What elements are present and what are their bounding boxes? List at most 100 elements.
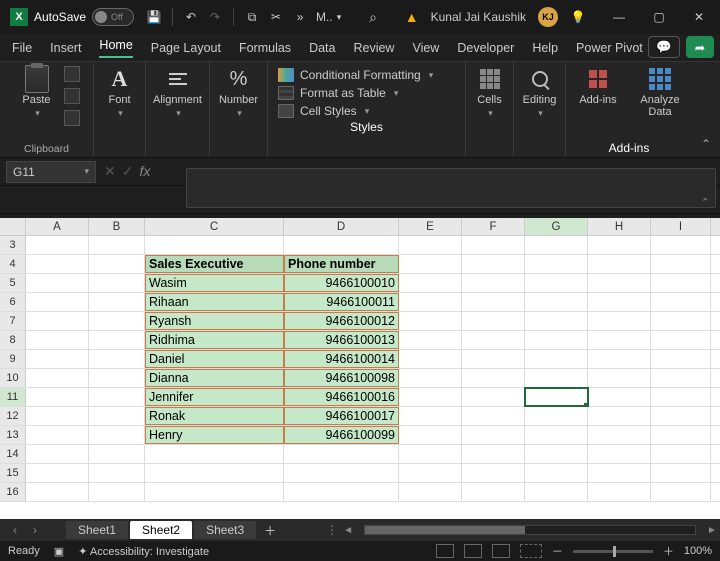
cell-F14[interactable] <box>462 445 525 463</box>
cell-H4[interactable] <box>588 255 651 273</box>
cell-C8[interactable]: Ridhima <box>145 331 284 349</box>
cell-A6[interactable] <box>26 293 89 311</box>
column-header-C[interactable]: C <box>145 218 284 235</box>
cell-H13[interactable] <box>588 426 651 444</box>
fx-icon[interactable]: fx <box>139 163 150 180</box>
conditional-formatting-button[interactable]: Conditional Formatting▾ <box>278 68 455 82</box>
cell-H8[interactable] <box>588 331 651 349</box>
cell-C13[interactable]: Henry <box>145 426 284 444</box>
add-sheet-button[interactable]: ＋ <box>258 522 282 539</box>
copy-icon[interactable]: ⧉ <box>244 9 260 25</box>
column-header-B[interactable]: B <box>89 218 145 235</box>
more-icon[interactable]: » <box>292 9 308 25</box>
cell-B5[interactable] <box>89 274 145 292</box>
tab-power-pivot[interactable]: Power Pivot <box>576 41 643 55</box>
cell-H15[interactable] <box>588 464 651 482</box>
row-header-14[interactable]: 14 <box>0 445 26 463</box>
zoom-level[interactable]: 100% <box>684 545 712 557</box>
cell-F10[interactable] <box>462 369 525 387</box>
cell-C6[interactable]: Rihaan <box>145 293 284 311</box>
cell-F7[interactable] <box>462 312 525 330</box>
toggle-switch[interactable]: Off <box>92 8 134 26</box>
row-header-10[interactable]: 10 <box>0 369 26 387</box>
cell-styles-button[interactable]: Cell Styles▾ <box>278 104 455 118</box>
sheet-prev-button[interactable]: ‹ <box>6 523 24 537</box>
cell-H11[interactable] <box>588 388 651 406</box>
cell-D9[interactable]: 9466100014 <box>284 350 399 368</box>
tab-help[interactable]: Help <box>532 41 558 55</box>
cell-I5[interactable] <box>651 274 711 292</box>
cell-G3[interactable] <box>525 236 588 254</box>
cell-E6[interactable] <box>399 293 462 311</box>
cell-E9[interactable] <box>399 350 462 368</box>
cell-C9[interactable]: Daniel <box>145 350 284 368</box>
cell-A14[interactable] <box>26 445 89 463</box>
cell-A13[interactable] <box>26 426 89 444</box>
cell-G15[interactable] <box>525 464 588 482</box>
cell-B4[interactable] <box>89 255 145 273</box>
tab-view[interactable]: View <box>412 41 439 55</box>
number-button[interactable]: % Number▾ <box>216 66 262 119</box>
analyze-data-button[interactable]: Analyze Data <box>636 66 684 118</box>
row-header-16[interactable]: 16 <box>0 483 26 501</box>
cell-D8[interactable]: 9466100013 <box>284 331 399 349</box>
cell-A8[interactable] <box>26 331 89 349</box>
column-header-H[interactable]: H <box>588 218 651 235</box>
cell-A11[interactable] <box>26 388 89 406</box>
column-header-D[interactable]: D <box>284 218 399 235</box>
cell-I6[interactable] <box>651 293 711 311</box>
comments-button[interactable]: 💬 <box>648 36 680 58</box>
cell-I12[interactable] <box>651 407 711 425</box>
cell-I8[interactable] <box>651 331 711 349</box>
cell-D6[interactable]: 9466100011 <box>284 293 399 311</box>
font-button[interactable]: A Font▾ <box>97 66 143 119</box>
page-layout-view-button[interactable] <box>464 544 482 558</box>
cell-E12[interactable] <box>399 407 462 425</box>
paste-button[interactable]: Paste ▾ <box>14 66 60 126</box>
cells-button[interactable]: Cells▾ <box>467 66 513 119</box>
cell-D7[interactable]: 9466100012 <box>284 312 399 330</box>
cell-C7[interactable]: Ryansh <box>145 312 284 330</box>
row-header-12[interactable]: 12 <box>0 407 26 425</box>
cell-E16[interactable] <box>399 483 462 501</box>
cell-G14[interactable] <box>525 445 588 463</box>
cell-H9[interactable] <box>588 350 651 368</box>
maximize-button[interactable]: ▢ <box>642 3 676 31</box>
autosave-toggle[interactable]: AutoSave Off <box>34 8 134 26</box>
row-header-15[interactable]: 15 <box>0 464 26 482</box>
cell-F8[interactable] <box>462 331 525 349</box>
cell-B15[interactable] <box>89 464 145 482</box>
cell-F4[interactable] <box>462 255 525 273</box>
focus-mode-button[interactable] <box>520 544 542 558</box>
cell-B13[interactable] <box>89 426 145 444</box>
cell-A9[interactable] <box>26 350 89 368</box>
cell-C15[interactable] <box>145 464 284 482</box>
cell-H16[interactable] <box>588 483 651 501</box>
cell-B6[interactable] <box>89 293 145 311</box>
column-header-G[interactable]: G <box>525 218 588 235</box>
tab-file[interactable]: File <box>12 41 32 55</box>
alignment-button[interactable]: Alignment▾ <box>150 66 206 119</box>
column-header-F[interactable]: F <box>462 218 525 235</box>
cell-B10[interactable] <box>89 369 145 387</box>
lightbulb-icon[interactable]: 💡 <box>570 9 586 25</box>
scroll-right-button[interactable]: ► <box>704 525 720 536</box>
cell-D5[interactable]: 9466100010 <box>284 274 399 292</box>
cell-E4[interactable] <box>399 255 462 273</box>
cell-F5[interactable] <box>462 274 525 292</box>
cell-F15[interactable] <box>462 464 525 482</box>
redo-icon[interactable]: ↷ <box>207 9 223 25</box>
column-header-E[interactable]: E <box>399 218 462 235</box>
row-header-4[interactable]: 4 <box>0 255 26 273</box>
cell-E13[interactable] <box>399 426 462 444</box>
cell-I16[interactable] <box>651 483 711 501</box>
cell-H7[interactable] <box>588 312 651 330</box>
close-button[interactable]: ✕ <box>682 3 716 31</box>
cell-E11[interactable] <box>399 388 462 406</box>
share-button[interactable]: ➦ <box>686 36 714 58</box>
cut-button[interactable] <box>64 66 80 82</box>
row-header-6[interactable]: 6 <box>0 293 26 311</box>
cell-F9[interactable] <box>462 350 525 368</box>
cell-H14[interactable] <box>588 445 651 463</box>
cell-D10[interactable]: 9466100098 <box>284 369 399 387</box>
